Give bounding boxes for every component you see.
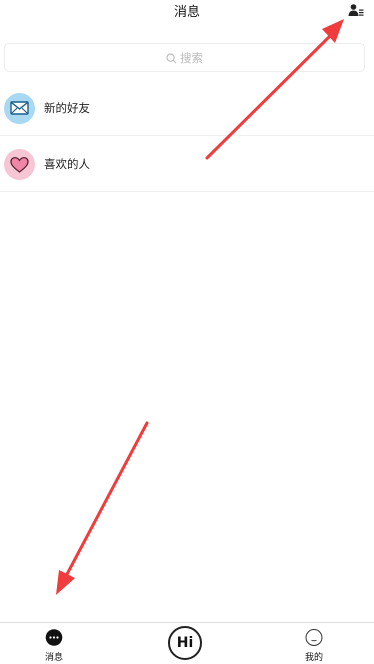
list-item-new-friends[interactable]: 新的好友 (0, 80, 374, 136)
tab-messages[interactable]: 消息 (24, 623, 84, 664)
hi-button[interactable]: Hi (168, 626, 202, 660)
message-list: 新的好友 喜欢的人 (0, 80, 374, 192)
search-placeholder: 搜索 (180, 51, 203, 65)
envelope-icon (4, 93, 35, 124)
page-title: 消息 (173, 5, 200, 20)
top-nav-bar: 消息 (0, 0, 374, 22)
search-input[interactable]: 搜索 (4, 43, 365, 72)
search-placeholder-row: 搜索 (5, 50, 364, 66)
search-icon (166, 53, 177, 64)
contacts-list-icon[interactable] (348, 2, 364, 16)
chat-bubble-icon (45, 628, 64, 651)
heart-icon (4, 149, 35, 180)
tab-label: 我的 (304, 653, 323, 663)
tab-me[interactable]: 我的 (284, 623, 344, 664)
list-item-liked-people[interactable]: 喜欢的人 (0, 136, 374, 192)
annotation-arrow-bottom (56, 421, 149, 595)
list-item-label: 喜欢的人 (44, 157, 90, 171)
list-item-label: 新的好友 (44, 101, 90, 115)
tab-label: 消息 (44, 653, 63, 663)
profile-face-icon (305, 628, 324, 651)
bottom-tab-bar: 消息 Hi 我的 (0, 622, 374, 664)
